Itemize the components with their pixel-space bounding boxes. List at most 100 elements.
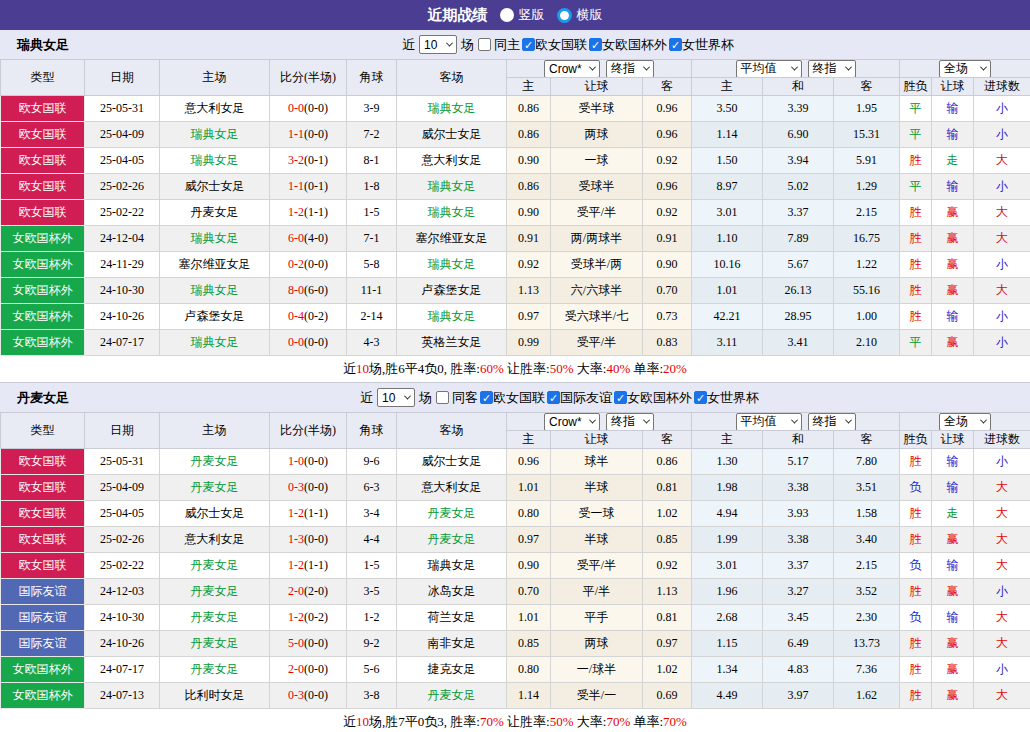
- corner-score: 7-1: [347, 226, 397, 252]
- league-checkbox[interactable]: ✓: [694, 391, 707, 404]
- league-filter[interactable]: ✓国际友谊: [547, 389, 612, 407]
- result-goals: 小: [974, 449, 1030, 475]
- handicap-home-odds: 0.97: [507, 527, 551, 553]
- league-filter[interactable]: ✓女欧国杯外: [614, 389, 692, 407]
- league-filter[interactable]: ✓欧女国联: [480, 389, 545, 407]
- handicap-line: 六/六球半: [551, 278, 643, 304]
- handicap-home-odds: 0.90: [507, 553, 551, 579]
- league-filter[interactable]: ✓女欧国杯外: [589, 36, 667, 54]
- league-checkbox[interactable]: ✓: [522, 38, 535, 51]
- avg-draw-odds: 3.27: [763, 579, 834, 605]
- match-date: 25-05-31: [85, 96, 160, 122]
- chevron-down-icon: [790, 64, 797, 71]
- league-checkbox[interactable]: ✓: [614, 391, 627, 404]
- handicap-line: 受平/半: [551, 553, 643, 579]
- fulltime-select[interactable]: 全场: [939, 60, 991, 78]
- team-name: 丹麦女足: [17, 389, 69, 407]
- league-filter[interactable]: ✓女世界杯: [694, 389, 759, 407]
- league-checkbox[interactable]: ✓: [669, 38, 682, 51]
- away-team: 卢森堡女足: [397, 278, 507, 304]
- table-row: 女欧国杯外 24-07-17 丹麦女足 2-0(0-0) 5-6 捷克女足 0.…: [1, 657, 1030, 683]
- fulltime-select[interactable]: 全场: [939, 413, 991, 431]
- chevron-down-icon: [643, 417, 650, 424]
- radio-vertical-icon[interactable]: [500, 8, 514, 22]
- home-team: 卢森堡女足: [160, 304, 270, 330]
- col-header: 让球: [932, 78, 974, 96]
- match-type-badge: 女欧国杯外: [1, 683, 85, 709]
- result-handicap: 输: [932, 475, 974, 501]
- handicap-home-odds: 0.70: [507, 579, 551, 605]
- same-venue-filter[interactable]: 同客: [436, 389, 478, 407]
- result-goals: 大: [974, 631, 1030, 657]
- avg-away-odds: 1.58: [834, 501, 900, 527]
- avg-home-odds: 3.50: [692, 96, 763, 122]
- bookmaker-select[interactable]: Crow*: [544, 60, 600, 78]
- average-select[interactable]: 平均值: [736, 413, 802, 431]
- avg-draw-odds: 3.41: [763, 330, 834, 356]
- radio-vertical[interactable]: 竖版: [500, 6, 545, 24]
- away-team: 英格兰女足: [397, 330, 507, 356]
- result-wdl: 胜: [900, 449, 932, 475]
- chevron-down-icon: [589, 417, 596, 424]
- odds-time-select2[interactable]: 终指: [808, 60, 856, 78]
- corner-score: 1-5: [347, 553, 397, 579]
- corner-score: 5-6: [347, 657, 397, 683]
- average-select[interactable]: 平均值: [736, 60, 802, 78]
- handicap-home-odds: 0.80: [507, 657, 551, 683]
- league-checkbox[interactable]: ✓: [547, 391, 560, 404]
- result-wdl: 胜: [900, 579, 932, 605]
- handicap-home-odds: 0.90: [507, 148, 551, 174]
- team-name: 瑞典女足: [17, 36, 69, 54]
- table-row: 国际友谊 24-12-03 丹麦女足 2-0(2-0) 3-5 冰岛女足 0.7…: [1, 579, 1030, 605]
- match-date: 25-02-22: [85, 200, 160, 226]
- avg-draw-odds: 3.94: [763, 148, 834, 174]
- match-type-badge: 欧女国联: [1, 501, 85, 527]
- corner-score: 3-5: [347, 579, 397, 605]
- corner-score: 7-2: [347, 122, 397, 148]
- col-header: 客: [643, 78, 692, 96]
- avg-home-odds: 4.49: [692, 683, 763, 709]
- bookmaker-select[interactable]: Crow*: [544, 413, 600, 431]
- match-type-badge: 欧女国联: [1, 449, 85, 475]
- match-count-select[interactable]: 10: [377, 388, 415, 407]
- league-filter[interactable]: ✓欧女国联: [522, 36, 587, 54]
- odds-time-select[interactable]: 终指: [606, 413, 654, 431]
- match-date: 25-02-22: [85, 553, 160, 579]
- handicap-line: 受球半: [551, 174, 643, 200]
- handicap-home-odds: 1.13: [507, 278, 551, 304]
- away-team: 意大利女足: [397, 475, 507, 501]
- league-checkbox[interactable]: ✓: [589, 38, 602, 51]
- league-checkbox[interactable]: ✓: [480, 391, 493, 404]
- avg-away-odds: 3.40: [834, 527, 900, 553]
- col-header: 类型: [1, 60, 85, 96]
- corner-score: 1-8: [347, 174, 397, 200]
- chevron-down-icon: [980, 64, 987, 71]
- chevron-down-icon: [790, 417, 797, 424]
- col-header: 角球: [347, 413, 397, 449]
- table-row: 欧女国联 25-02-22 丹麦女足 1-2(1-1) 1-5 瑞典女足 0.9…: [1, 200, 1030, 226]
- away-team: 瑞典女足: [397, 553, 507, 579]
- same-venue-filter[interactable]: 同主: [478, 36, 520, 54]
- radio-horizontal[interactable]: 横版: [557, 6, 603, 24]
- col-header: 客场: [397, 60, 507, 96]
- home-team: 威尔士女足: [160, 501, 270, 527]
- result-handicap: 赢: [932, 278, 974, 304]
- odds-time-select[interactable]: 终指: [606, 60, 654, 78]
- result-wdl: 胜: [900, 200, 932, 226]
- same-venue-checkbox[interactable]: [436, 391, 449, 404]
- handicap-line: 一/球半: [551, 657, 643, 683]
- league-filter[interactable]: ✓女世界杯: [669, 36, 734, 54]
- result-goals: 大: [974, 226, 1030, 252]
- avg-draw-odds: 3.93: [763, 501, 834, 527]
- chevron-down-icon: [643, 64, 650, 71]
- filter-bar: 近 10 场 同客 ✓欧女国联✓国际友谊✓女欧国杯外✓女世界杯: [360, 383, 759, 412]
- score: 1-2(1-1): [270, 553, 347, 579]
- match-count-select[interactable]: 10: [419, 35, 457, 54]
- handicap-home-odds: 0.97: [507, 304, 551, 330]
- odds-time-select2[interactable]: 终指: [808, 413, 856, 431]
- col-header: 客: [834, 78, 900, 96]
- result-handicap: 输: [932, 605, 974, 631]
- score: 0-3(0-0): [270, 683, 347, 709]
- same-venue-checkbox[interactable]: [478, 38, 491, 51]
- radio-horizontal-icon[interactable]: [557, 8, 572, 23]
